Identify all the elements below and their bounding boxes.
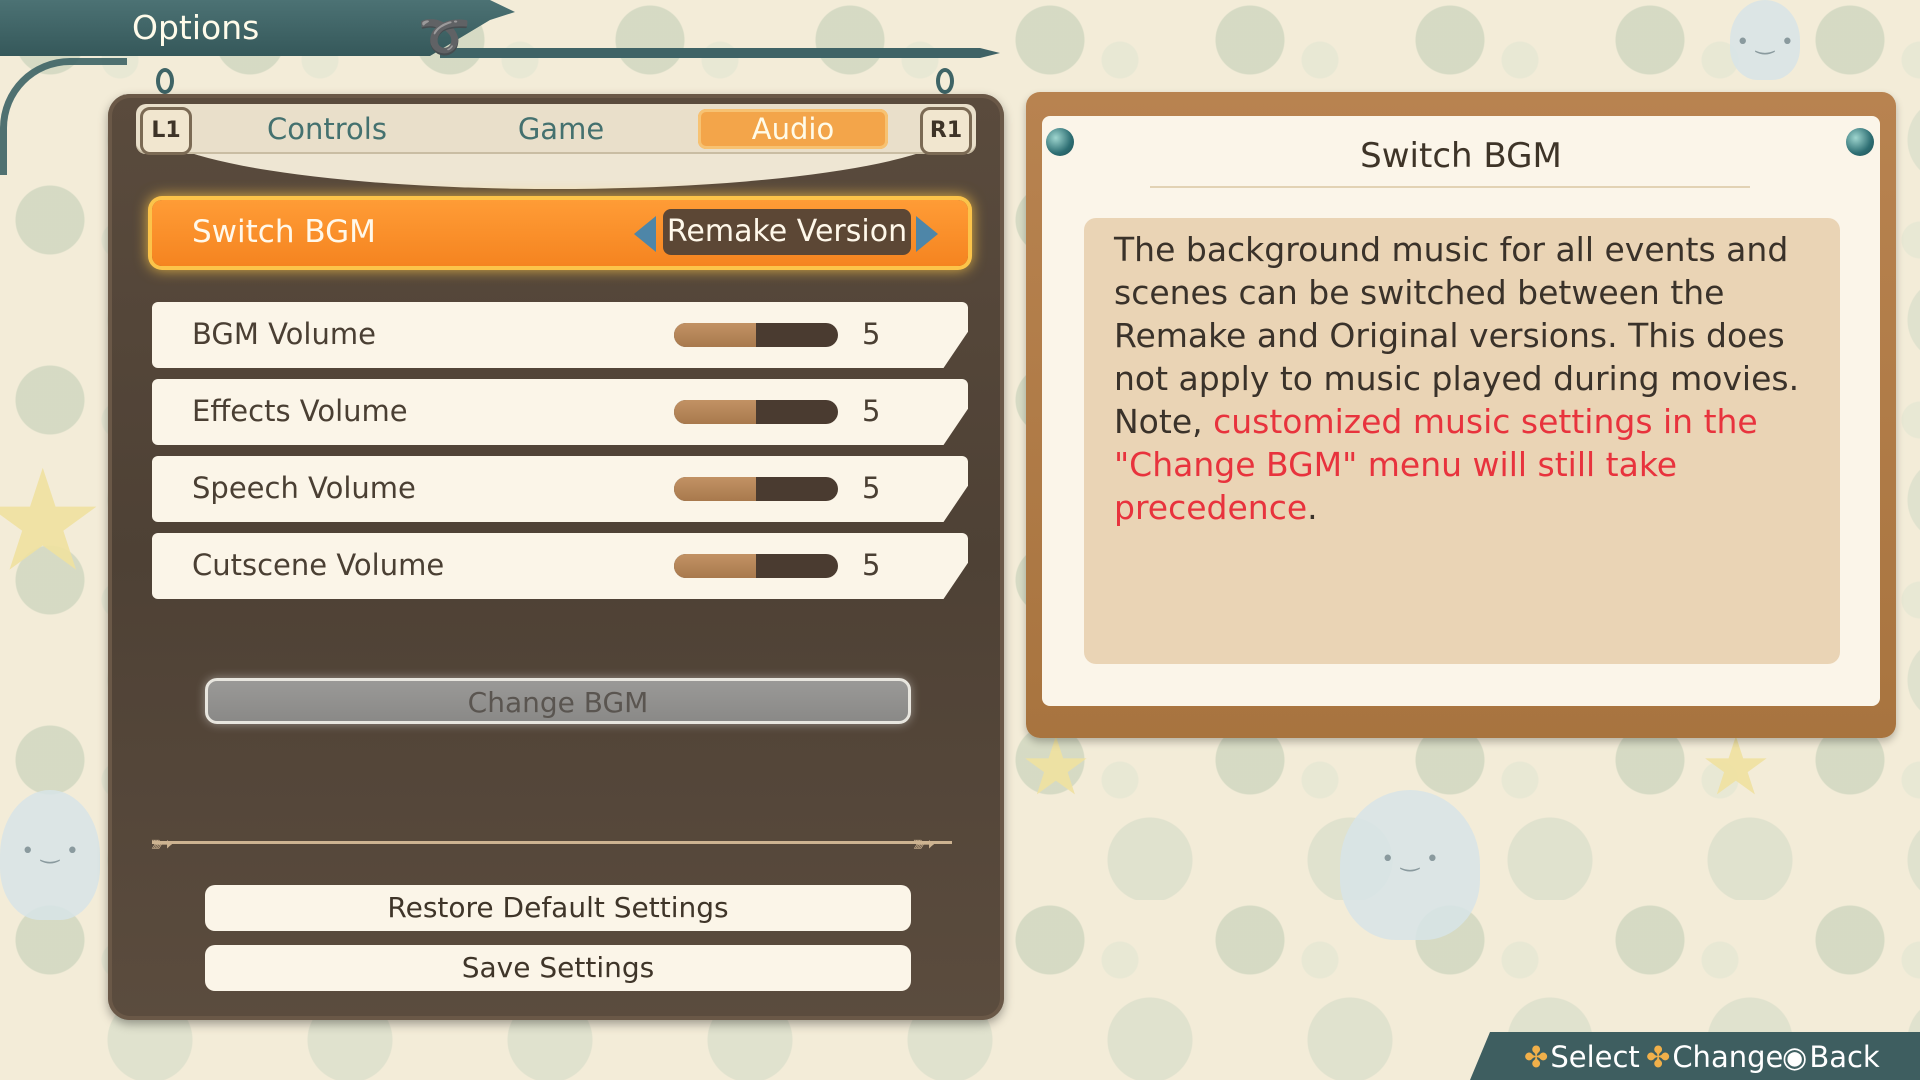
- arrow-left-icon[interactable]: [634, 216, 656, 252]
- star-decoration: ★: [0, 440, 106, 603]
- speech-volume-value: 5: [862, 471, 881, 505]
- select-hint-label: Select: [1550, 1040, 1640, 1074]
- select-hint: ✤Select: [1524, 1040, 1640, 1074]
- r1-button-icon[interactable]: R1: [920, 107, 972, 155]
- change-hint: ✤Change: [1646, 1040, 1783, 1074]
- feather-left-icon: ➳: [150, 827, 174, 860]
- change-hint-label: Change: [1672, 1040, 1784, 1074]
- cutscene-volume-slider[interactable]: [674, 554, 838, 578]
- cutscene-volume-label: Cutscene Volume: [192, 548, 445, 582]
- slider-fill: [674, 323, 756, 347]
- help-note-suffix: .: [1307, 488, 1318, 527]
- chain-left: [156, 68, 174, 94]
- effects-volume-slider[interactable]: [674, 400, 838, 424]
- dpad-icon: ✤: [1524, 1040, 1549, 1074]
- page-title: Options: [132, 8, 260, 47]
- l1-button-icon[interactable]: L1: [140, 107, 192, 155]
- restore-defaults-button[interactable]: Restore Default Settings: [205, 885, 911, 931]
- back-hint: ◉Back: [1782, 1040, 1880, 1074]
- back-hint-label: Back: [1809, 1040, 1880, 1074]
- effects-volume-value: 5: [862, 394, 881, 428]
- speech-volume-slider[interactable]: [674, 477, 838, 501]
- help-text-main: The background music for all events and …: [1114, 230, 1800, 398]
- ghost-decoration: [0, 790, 100, 920]
- change-bgm-button[interactable]: Change BGM: [205, 678, 911, 724]
- speech-volume-row[interactable]: Speech Volume 5: [152, 456, 968, 522]
- help-title: Switch BGM: [1360, 136, 1562, 176]
- effects-volume-row[interactable]: Effects Volume 5: [152, 379, 968, 445]
- effects-volume-label: Effects Volume: [192, 394, 408, 428]
- slider-fill: [674, 554, 756, 578]
- ghost-decoration: [1340, 790, 1480, 940]
- tab-controls[interactable]: Controls: [232, 109, 422, 149]
- tab-audio[interactable]: Audio: [698, 109, 888, 149]
- slider-fill: [674, 477, 756, 501]
- chain-right: [936, 68, 954, 94]
- swirl-icon: ➰: [418, 12, 471, 61]
- bgm-volume-value: 5: [862, 317, 881, 351]
- bgm-volume-slider[interactable]: [674, 323, 838, 347]
- tab-game[interactable]: Game: [466, 109, 656, 149]
- help-note-prefix: Note,: [1114, 402, 1214, 441]
- switch-bgm-label: Switch BGM: [192, 214, 376, 250]
- arrow-right-icon[interactable]: [916, 216, 938, 252]
- ghost-decoration: [1730, 0, 1800, 80]
- cutscene-volume-value: 5: [862, 548, 881, 582]
- bgm-volume-row[interactable]: BGM Volume 5: [152, 302, 968, 368]
- switch-bgm-value: Remake Version: [663, 209, 911, 255]
- switch-bgm-row[interactable]: Switch BGM Remake Version: [152, 200, 968, 266]
- circle-button-icon: ◉: [1782, 1040, 1808, 1074]
- feather-right-icon: ➳: [912, 827, 936, 860]
- divider: [152, 841, 952, 844]
- help-description: The background music for all events and …: [1114, 228, 1814, 529]
- dpad-icon: ✤: [1646, 1040, 1671, 1074]
- slider-fill: [674, 400, 756, 424]
- save-settings-button[interactable]: Save Settings: [205, 945, 911, 991]
- banner-pole: [440, 48, 1000, 58]
- speech-volume-label: Speech Volume: [192, 471, 416, 505]
- title-underline: [1150, 186, 1750, 188]
- cutscene-volume-row[interactable]: Cutscene Volume 5: [152, 533, 968, 599]
- bgm-volume-label: BGM Volume: [192, 317, 376, 351]
